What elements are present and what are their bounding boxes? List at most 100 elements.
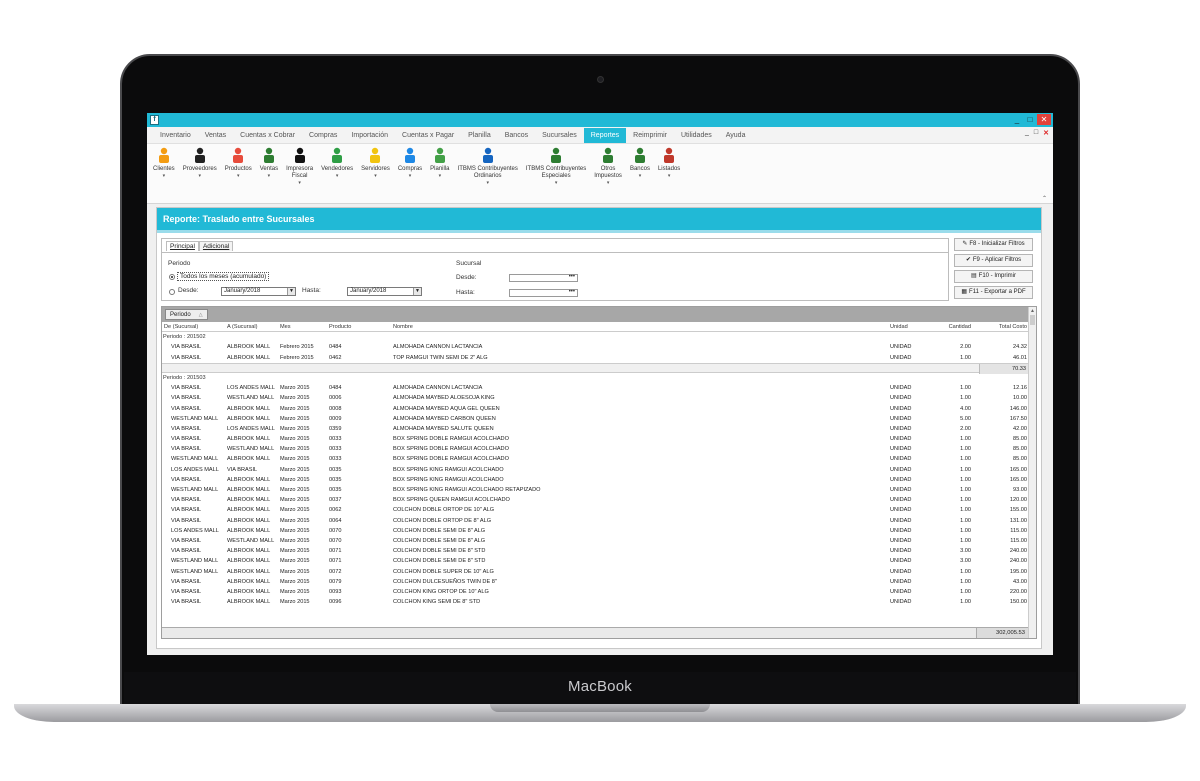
table-row: LOS ANDES MALL VIA BRASIL Marzo 2015 0035 BO… <box>162 465 1029 475</box>
scroll-thumb[interactable] <box>1030 315 1035 325</box>
person-orange-icon <box>155 146 173 164</box>
print-button[interactable]: ▤ F10 - Imprimir <box>954 270 1033 283</box>
table-cell: 0070 <box>329 527 342 534</box>
mdi-restore-button[interactable]: □ <box>1034 129 1038 137</box>
desde-month-select[interactable]: January/2018 ▼ <box>221 287 296 296</box>
table-row: VIA BRASIL WESTLAND MALL Marzo 2015 0070 COL… <box>162 536 1029 546</box>
ribbon-button-9[interactable]: Planilla ▾ <box>430 146 450 180</box>
report-title: Reporte: Traslado entre Sucursales <box>157 208 1041 233</box>
table-cell: UNIDAD <box>890 599 912 606</box>
maximize-button[interactable]: □ <box>1024 114 1036 125</box>
mdi-close-button[interactable]: ✕ <box>1043 129 1049 137</box>
menu-ventas[interactable]: Ventas <box>198 128 233 143</box>
menu-ayuda[interactable]: Ayuda <box>719 128 753 143</box>
sucursal-hasta-field[interactable]: ••• <box>509 289 578 297</box>
chevron-down-icon[interactable]: ▼ <box>287 288 295 295</box>
sucursal-desde-field[interactable]: ••• <box>509 274 578 282</box>
ribbon-button-12[interactable]: Otros Impuestos ▾ <box>594 146 622 187</box>
table-cell: LOS ANDES MALL <box>227 385 275 392</box>
menu-compras[interactable]: Compras <box>302 128 344 143</box>
table-cell: VIA BRASIL <box>171 588 202 595</box>
menu-cuentas-x-pagar[interactable]: Cuentas x Pagar <box>395 128 461 143</box>
column-header[interactable]: De (Sucursal) <box>164 322 198 332</box>
table-cell: 4.00 <box>960 405 971 412</box>
ribbon-button-2[interactable]: Proveedores ▾ <box>183 146 217 180</box>
ribbon-button-5[interactable]: Impresora Fiscal ▾ <box>286 146 313 187</box>
export-pdf-button[interactable]: ▦ F11 - Exportar a PDF <box>954 286 1033 299</box>
table-cell: UNIDAD <box>890 527 912 534</box>
table-cell: UNIDAD <box>890 354 912 361</box>
close-button[interactable]: ✕ <box>1037 114 1051 125</box>
table-cell: 0079 <box>329 578 342 585</box>
tab-principal[interactable]: Principal <box>166 241 199 251</box>
mdi-minimize-button[interactable]: _ <box>1025 129 1029 137</box>
table-cell: UNIDAD <box>890 476 912 483</box>
option-all-months-label[interactable]: Todos los meses (acumulado) <box>177 272 270 281</box>
table-cell: 0033 <box>329 436 342 443</box>
ribbon-button-4[interactable]: Ventas ▾ <box>260 146 278 180</box>
ribbon-button-3[interactable]: Productos ▾ <box>225 146 252 180</box>
group-chip-periodo[interactable]: Periodo △ <box>165 309 208 320</box>
menu-reportes[interactable]: Reportes <box>583 127 627 143</box>
column-header[interactable]: Unidad <box>890 322 908 332</box>
menu-bancos[interactable]: Bancos <box>498 128 535 143</box>
laptop-notch <box>490 704 710 712</box>
menu-utilidades[interactable]: Utilidades <box>674 128 719 143</box>
table-cell: 2.00 <box>960 425 971 432</box>
ellipsis-icon[interactable]: ••• <box>569 274 575 280</box>
chevron-down-icon[interactable]: ▼ <box>413 288 421 295</box>
table-cell: 1.00 <box>960 527 971 534</box>
table-cell: 115.00 <box>1010 527 1027 534</box>
hasta-month-select[interactable]: January/2018 ▼ <box>347 287 422 296</box>
column-header[interactable]: A (Sucursal) <box>227 322 257 332</box>
ribbon-button-1[interactable]: Clientes ▾ <box>153 146 175 180</box>
table-cell: UNIDAD <box>890 578 912 585</box>
table-cell: ALBROOK MALL <box>227 558 271 565</box>
ellipsis-icon[interactable]: ••• <box>569 289 575 295</box>
table-cell: 0008 <box>329 405 342 412</box>
ribbon-label: Bancos <box>629 166 650 172</box>
table-row: VIA BRASIL WESTLAND MALL Marzo 2015 0006 ALM… <box>162 393 1029 403</box>
table-cell: 1.00 <box>960 476 971 483</box>
column-header[interactable]: Nombre <box>393 322 413 332</box>
ribbon-button-13[interactable]: Bancos ▾ <box>630 146 650 180</box>
menu-inventario[interactable]: Inventario <box>153 128 198 143</box>
group-label[interactable]: Periodo : 201503 <box>163 373 206 383</box>
init-filters-button[interactable]: ✎ F8 - Inicializar Filtros <box>954 238 1033 251</box>
radio-all-months[interactable] <box>169 274 175 280</box>
menu-planilla[interactable]: Planilla <box>461 128 498 143</box>
ribbon-button-6[interactable]: Vendedores ▾ <box>321 146 353 180</box>
ribbon-button-10[interactable]: ITBMS Contribuyentes Ordinarios ▾ <box>458 146 518 187</box>
ribbon-collapse-icon[interactable]: ⌃ <box>1042 195 1047 202</box>
vertical-scrollbar[interactable]: ▲ <box>1028 307 1036 638</box>
minimize-button[interactable]: _ <box>1011 114 1023 125</box>
table-cell: VIA BRASIL <box>171 395 202 402</box>
ribbon-button-8[interactable]: Compras ▾ <box>398 146 422 180</box>
radio-range[interactable] <box>169 289 175 295</box>
group-label[interactable]: Periodo : 201502 <box>163 332 206 342</box>
dropdown-caret-icon: ▾ <box>554 180 558 186</box>
menu-sucursales[interactable]: Sucursales <box>535 128 584 143</box>
ribbon-button-14[interactable]: Listados ▾ <box>658 146 680 180</box>
column-header[interactable]: Cantidad <box>949 322 971 332</box>
group-by-bar: Periodo △ <box>162 307 1036 322</box>
printer-icon: ▤ <box>970 273 977 279</box>
apply-filters-button[interactable]: ✔ F9 - Aplicar Filtros <box>954 254 1033 267</box>
table-cell: 3.00 <box>960 548 971 555</box>
scroll-up-icon[interactable]: ▲ <box>1030 308 1035 314</box>
table-cell: COLCHON DULCESUEÑOS TWIN DE 8" <box>393 578 497 585</box>
dropdown-caret-icon: ▾ <box>198 173 201 179</box>
menu-reimprimir[interactable]: Reimprimir <box>626 128 674 143</box>
ribbon-button-11[interactable]: ITBMS Contribuyentes Especiales ▾ <box>526 146 586 187</box>
ribbon-button-7[interactable]: Servidores ▾ <box>361 146 390 180</box>
table-row: WESTLAND MALL ALBROOK MALL Marzo 2015 0072 C… <box>162 567 1029 577</box>
column-header[interactable]: Mes <box>280 322 291 332</box>
column-header[interactable]: Total Costo <box>999 322 1027 332</box>
menu-importaci-n[interactable]: Importación <box>344 128 395 143</box>
table-cell: 1.00 <box>960 497 971 504</box>
table-row: VIA BRASIL ALBROOK MALL Marzo 2015 0037 BOX … <box>162 495 1029 505</box>
menu-cuentas-x-cobrar[interactable]: Cuentas x Cobrar <box>233 128 302 143</box>
tab-adicional[interactable]: Adicional <box>198 241 234 251</box>
column-header[interactable]: Producto <box>329 322 351 332</box>
dropdown-caret-icon: ▾ <box>236 173 240 179</box>
